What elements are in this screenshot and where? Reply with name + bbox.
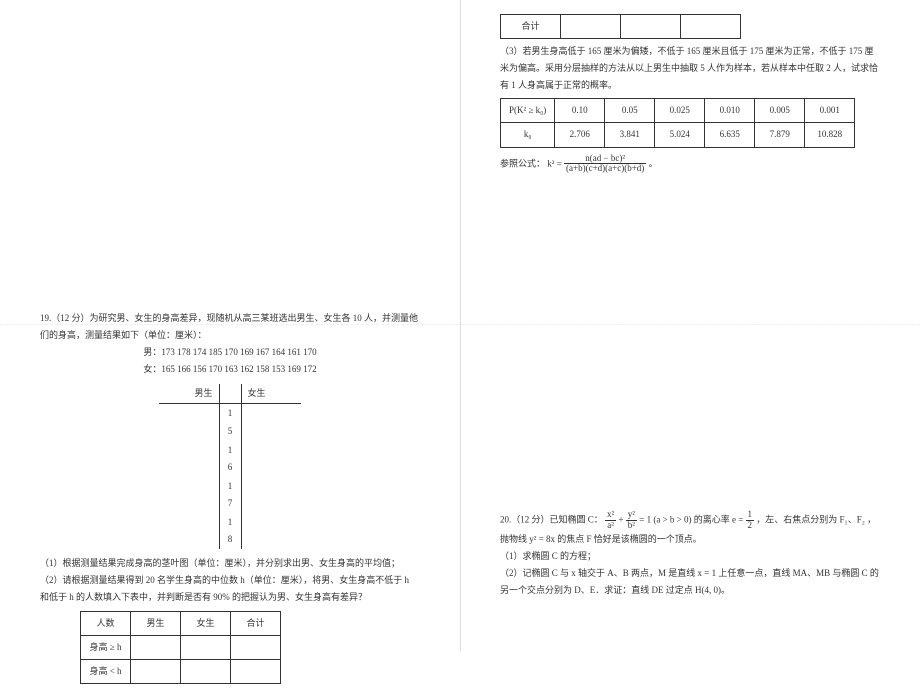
kt-r1-3: 0.025: [655, 99, 705, 123]
formula-tail: 。: [649, 158, 658, 168]
question-20: 20.（12 分）已知椭圆 C： x² a² + y² b² = 1 (a > …: [500, 510, 880, 599]
formula-line: 参照公式： k² = n(ad − bc)² (a+b)(c+d)(a+c)(b…: [500, 154, 880, 175]
ct-r1-c2: [181, 635, 231, 659]
kt-r1-5: 0.005: [755, 99, 805, 123]
formula-body: k² = n(ad − bc)² (a+b)(c+d)(a+c)(b+d) 。: [547, 154, 657, 175]
kt-r2-2: 3.841: [605, 123, 655, 147]
ct-r2-c1: [131, 659, 181, 683]
stem-17: 1 7: [219, 477, 241, 513]
formula-label: 参照公式：: [500, 158, 545, 168]
stem-16: 1 6: [219, 441, 241, 477]
q19-contingency-table: 人数 男生 女生 合计 身高 ≥ h 身高 < h: [80, 611, 281, 684]
total-row-table: 合计: [500, 14, 741, 39]
left-page: 19.（12 分）为研究男、女生的身高差异，现随机从高三某班选出男生、女生各 1…: [0, 0, 460, 651]
ct-h-1: 男生: [131, 611, 181, 635]
q19-part1: （1）根据测量结果完成身高的茎叶图（单位：厘米），并分别求出男、女生身高的平均值…: [40, 555, 420, 572]
kt-r1-1: 0.10: [555, 99, 605, 123]
kt-r1-6: 0.001: [805, 99, 855, 123]
stem-leaf-plot: 男生 女生 1 5 1 6 1 7 1 8: [159, 384, 301, 549]
q19-female-data: 女：165 166 156 170 163 162 158 153 169 17…: [40, 361, 420, 378]
stem-leaf-header-female: 女生: [241, 384, 301, 404]
right-top-block: 合计 （3）若男生身高低于 165 厘米为偏矮，不低于 165 厘米且低于 17…: [500, 10, 880, 174]
q20-frac1: x² a²: [605, 510, 616, 531]
ct-r1-c1: [131, 635, 181, 659]
ct-r1-c3: [231, 635, 281, 659]
kt-r2-5: 7.879: [755, 123, 805, 147]
q20-frac3-den: 2: [746, 521, 755, 531]
q20-frac3: 1 2: [746, 510, 755, 531]
q20-plus: +: [618, 514, 625, 524]
ct-h-2: 女生: [181, 611, 231, 635]
total-label: 合计: [501, 15, 561, 39]
kt-r1-2: 0.05: [605, 99, 655, 123]
total-c1: [561, 15, 621, 39]
ct-r2-c3: [231, 659, 281, 683]
total-c3: [681, 15, 741, 39]
q19-part2: （2）请根据测量结果得到 20 名学生身高的中位数 h（单位：厘米），将男、女生…: [40, 572, 420, 606]
stem-15: 1 5: [219, 404, 241, 441]
q20-part1: （1）求椭圆 C 的方程；: [500, 548, 880, 565]
q20-line1b: = 1 (a > b > 0) 的离心率 e =: [639, 514, 745, 524]
stem-leaf-header-male: 男生: [159, 384, 219, 404]
q19-male-data: 男：173 178 174 185 170 169 167 164 161 17…: [40, 344, 420, 361]
q20-frac1-den: a²: [605, 521, 616, 531]
kt-r1-4: 0.010: [705, 99, 755, 123]
formula-lhs: k² =: [547, 158, 564, 168]
kt-r1-0: P(K² ≥ k₀): [501, 99, 555, 123]
stem-18: 1 8: [219, 513, 241, 549]
ct-h-3: 合计: [231, 611, 281, 635]
ct-r1-label: 身高 ≥ h: [81, 635, 131, 659]
kt-r2-4: 6.635: [705, 123, 755, 147]
stem-leaf-stem-header: [219, 384, 241, 404]
kt-r2-6: 10.828: [805, 123, 855, 147]
kt-r2-0: k₀: [501, 123, 555, 147]
ct-r2-label: 身高 < h: [81, 659, 131, 683]
q20-frac2: y² b²: [626, 510, 637, 531]
ct-h-0: 人数: [81, 611, 131, 635]
kt-r2-1: 2.706: [555, 123, 605, 147]
formula-den: (a+b)(c+d)(a+c)(b+d): [564, 164, 646, 174]
right-page: 合计 （3）若男生身高低于 165 厘米为偏矮，不低于 165 厘米且低于 17…: [460, 0, 920, 651]
k-squared-table: P(K² ≥ k₀) 0.10 0.05 0.025 0.010 0.005 0…: [500, 98, 855, 147]
q20-line1a: 20.（12 分）已知椭圆 C：: [500, 514, 603, 524]
q19-title: 19.（12 分）为研究男、女生的身高差异，现随机从高三某班选出男生、女生各 1…: [40, 310, 420, 344]
q20-part2: （2）记椭圆 C 与 x 轴交于 A、B 两点，M 是直线 x = 1 上任意一…: [500, 565, 880, 599]
ct-r2-c2: [181, 659, 231, 683]
total-c2: [621, 15, 681, 39]
q20-frac2-den: b²: [626, 521, 637, 531]
q20-line1: 20.（12 分）已知椭圆 C： x² a² + y² b² = 1 (a > …: [500, 510, 880, 548]
formula-fraction: n(ad − bc)² (a+b)(c+d)(a+c)(b+d): [564, 154, 646, 175]
question-19: 19.（12 分）为研究男、女生的身高差异，现随机从高三某班选出男生、女生各 1…: [40, 310, 420, 688]
kt-r2-3: 5.024: [655, 123, 705, 147]
q3-text: （3）若男生身高低于 165 厘米为偏矮，不低于 165 厘米且低于 175 厘…: [500, 43, 880, 94]
